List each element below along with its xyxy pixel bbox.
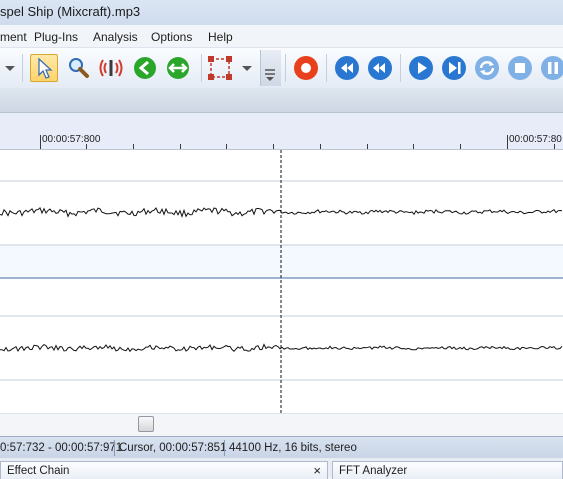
ruler-major-tick: [507, 135, 508, 149]
play-icon[interactable]: [407, 54, 435, 82]
toolbar-overflow-icon[interactable]: [260, 50, 281, 86]
toolbar-separator: [22, 54, 23, 82]
ruler-minor-tick: [460, 144, 461, 149]
menu-item-options[interactable]: Options: [151, 30, 192, 44]
ruler-minor-tick: [226, 144, 227, 149]
go-left-icon[interactable]: [131, 54, 159, 82]
toolbar-separator: [201, 54, 202, 82]
zoom-icon[interactable]: [64, 54, 92, 82]
menu-item-document[interactable]: ment: [0, 30, 27, 44]
dropdown-arrow-icon[interactable]: [2, 54, 18, 82]
editor-header-bar: [0, 88, 563, 113]
ruler-minor-tick: [367, 144, 368, 149]
pause-icon[interactable]: [539, 54, 563, 82]
effect-chain-panel[interactable]: Effect Chain ×: [0, 461, 328, 479]
ruler-minor-tick: [133, 144, 134, 149]
status-separator: [114, 440, 115, 456]
status-separator: [224, 440, 225, 456]
ruler-minor-tick: [86, 144, 87, 149]
menu-item-plugins[interactable]: Plug-Ins: [34, 30, 78, 44]
scrollbar-thumb[interactable]: [138, 416, 154, 432]
close-icon[interactable]: ×: [313, 463, 321, 478]
toolbar-separator: [285, 54, 286, 82]
ruler-minor-tick: [413, 144, 414, 149]
ruler-minor-tick: [273, 144, 274, 149]
ruler-major-tick: [40, 135, 41, 149]
audio-format: 44100 Hz, 16 bits, stereo: [229, 442, 357, 454]
menu-item-analysis[interactable]: Analysis: [93, 30, 138, 44]
scrub-icon[interactable]: [97, 54, 125, 82]
loop-icon[interactable]: [473, 54, 501, 82]
stop-icon[interactable]: [506, 54, 534, 82]
step-back-icon[interactable]: [366, 54, 394, 82]
title-bar: spel Ship (Mixcraft).mp3: [0, 0, 563, 25]
toolbar-separator: [400, 54, 401, 82]
dropdown-arrow-icon[interactable]: [240, 54, 254, 82]
fft-analyzer-panel[interactable]: FFT Analyzer: [332, 461, 563, 479]
waveform-area[interactable]: [0, 150, 563, 413]
window-title: spel Ship (Mixcraft).mp3: [0, 4, 141, 19]
play-next-icon[interactable]: [440, 54, 468, 82]
rewind-icon[interactable]: [333, 54, 361, 82]
status-bar: 0:57:732 - 00:00:57:971 Cursor, 00:00:57…: [0, 436, 563, 459]
time-ruler[interactable]: 00:00:57:800 00:00:57:80: [0, 113, 563, 150]
bottom-panels: Effect Chain × FFT Analyzer: [0, 458, 563, 479]
selection-range: 0:57:732 - 00:00:57:971: [0, 442, 123, 454]
record-icon[interactable]: [292, 54, 320, 82]
selection-box-icon[interactable]: [206, 54, 234, 82]
ruler-minor-tick: [320, 144, 321, 149]
ruler-label: 00:00:57:800: [42, 134, 101, 145]
toolbar: [0, 48, 563, 88]
ruler-minor-tick: [554, 144, 555, 149]
ruler-minor-tick: [180, 144, 181, 149]
expand-both-icon[interactable]: [164, 54, 192, 82]
horizontal-scrollbar[interactable]: [0, 413, 563, 436]
select-cursor-icon[interactable]: [30, 54, 58, 82]
cursor-position: Cursor, 00:00:57:851: [119, 442, 227, 454]
effect-chain-title: Effect Chain: [7, 465, 70, 477]
menu-item-help[interactable]: Help: [208, 30, 233, 44]
menu-bar: ment Plug-Ins Analysis Options Help: [0, 25, 563, 48]
toolbar-separator: [326, 54, 327, 82]
fft-analyzer-title: FFT Analyzer: [339, 465, 408, 477]
